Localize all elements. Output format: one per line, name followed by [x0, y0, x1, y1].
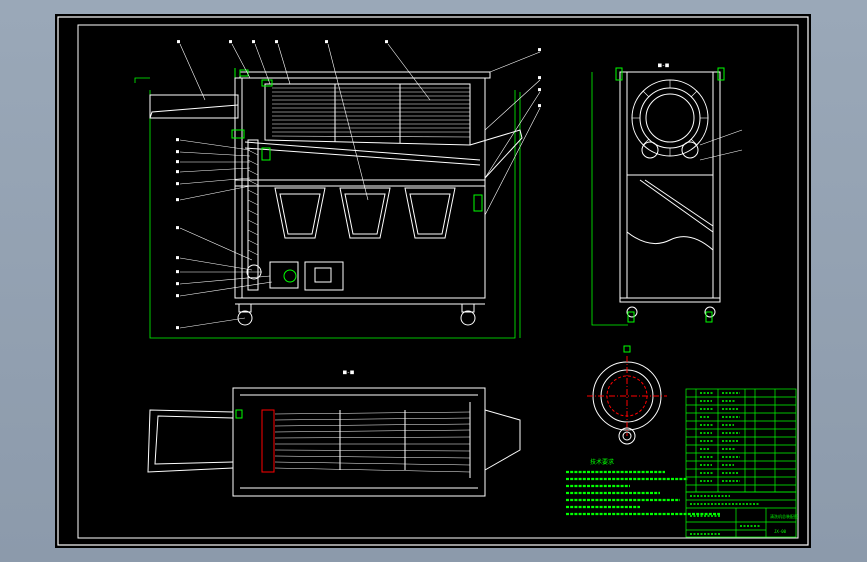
svg-text:■: ■ [538, 47, 541, 53]
svg-text:■: ■ [176, 281, 179, 287]
svg-text:■-■: ■-■ [343, 369, 354, 376]
svg-text:■: ■ [252, 39, 255, 45]
svg-text:■: ■ [177, 39, 180, 45]
svg-text:■: ■ [385, 39, 388, 45]
cad-viewport[interactable]: ■ ■ ■ ■ ■ ■ ■ ■ ■ ■ ■ ■ ■ ■ ■ ■ ■ ■ ■ ■ ■ ■ [0, 0, 867, 562]
drawing-canvas[interactable]: ■ ■ ■ ■ ■ ■ ■ ■ ■ ■ ■ ■ ■ ■ ■ ■ ■ ■ ■ ■ ■ ■ ■-■ ■-… [0, 0, 867, 562]
svg-text:■: ■ [176, 293, 179, 299]
svg-text:■: ■ [275, 39, 278, 45]
svg-text:■: ■ [538, 103, 541, 109]
svg-text:■: ■ [176, 269, 179, 275]
svg-text:■: ■ [176, 197, 179, 203]
svg-text:■: ■ [176, 137, 179, 143]
svg-text:■-■: ■-■ [658, 62, 669, 69]
svg-text:■: ■ [176, 225, 179, 231]
svg-text:■: ■ [538, 87, 541, 93]
svg-text:■: ■ [176, 169, 179, 175]
drawing-sheet [55, 14, 811, 548]
svg-text:■: ■ [325, 39, 328, 45]
svg-text:■: ■ [176, 325, 179, 331]
svg-text:■: ■ [538, 75, 541, 81]
tech-requirements-title: 技术要求 [590, 458, 614, 466]
svg-text:■: ■ [229, 39, 232, 45]
svg-text:■: ■ [176, 159, 179, 165]
svg-text:■: ■ [176, 255, 179, 261]
svg-text:■: ■ [176, 181, 179, 187]
svg-text:■: ■ [176, 149, 179, 155]
title-block-caption: 清洗机总装配图 [770, 513, 798, 519]
drawing-id: JX-00 [774, 529, 787, 534]
